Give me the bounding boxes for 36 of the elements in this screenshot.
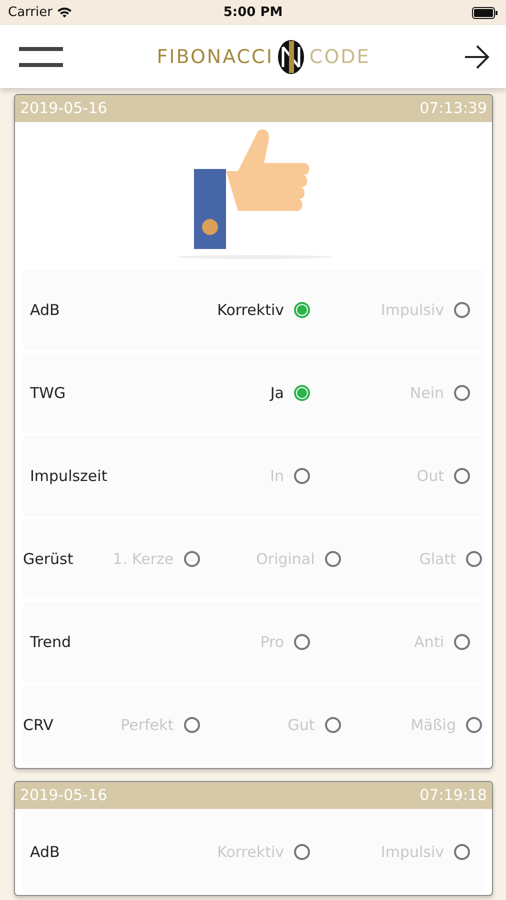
field-label: CRV <box>23 716 54 734</box>
option-label: Korrektiv <box>217 301 284 319</box>
radio-button[interactable] <box>454 385 470 401</box>
radio-button[interactable] <box>184 551 200 567</box>
logo-text: FIBONACCI <box>156 46 274 68</box>
radio-button[interactable] <box>294 844 310 860</box>
radio-button[interactable] <box>454 468 470 484</box>
field-label: TWG <box>30 384 67 402</box>
radio-button[interactable] <box>324 551 341 567</box>
entry-date: 2019-05-16 <box>20 99 108 117</box>
radio-button[interactable] <box>454 634 470 650</box>
wifi-icon <box>57 7 72 18</box>
forward-arrow-button[interactable] <box>464 44 490 68</box>
field-label: Gerüst <box>23 550 74 568</box>
status-time: 5:00 PM <box>223 5 283 20</box>
radio-button[interactable] <box>454 844 470 860</box>
radio-button[interactable] <box>466 551 482 567</box>
field-label: AdB <box>30 301 61 319</box>
carrier-label: Carrier <box>8 5 52 20</box>
radio-button[interactable] <box>466 717 482 733</box>
field-label: Impulszeit <box>30 467 108 485</box>
radio-button[interactable] <box>294 385 310 401</box>
entry-time: 07:19:18 <box>420 786 487 804</box>
field-label: AdB <box>30 843 61 861</box>
radio-button[interactable] <box>324 717 341 733</box>
logo-text: CODE <box>309 46 370 68</box>
entry-time: 07:13:39 <box>420 99 487 117</box>
radio-button[interactable] <box>294 302 310 318</box>
option-label: Ja <box>270 384 284 402</box>
radio-button[interactable] <box>294 634 310 650</box>
radio-button[interactable] <box>184 717 200 733</box>
battery-icon <box>472 6 498 18</box>
radio-button[interactable] <box>454 302 470 318</box>
field-label: Trend <box>30 633 72 651</box>
entry-date: 2019-05-16 <box>20 786 108 804</box>
radio-button[interactable] <box>294 468 310 484</box>
